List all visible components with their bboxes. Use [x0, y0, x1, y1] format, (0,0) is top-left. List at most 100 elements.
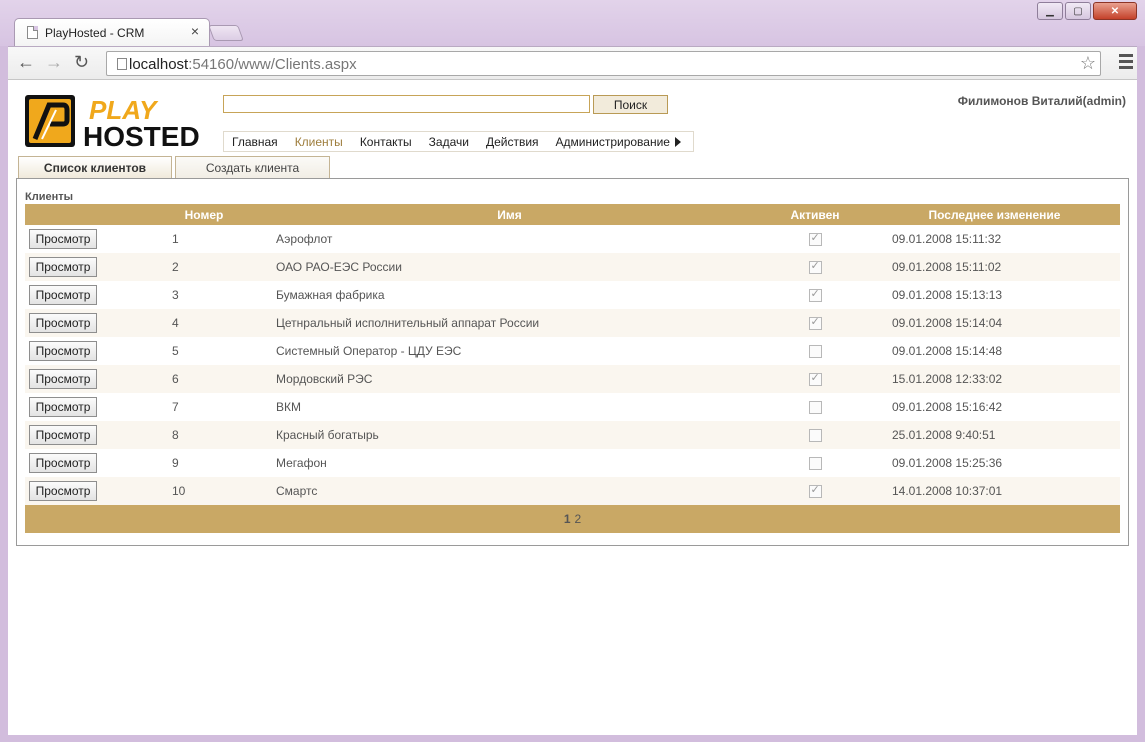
cell-active — [761, 449, 869, 477]
view-cell: Просмотр — [25, 477, 150, 505]
column-header-name[interactable]: Имя — [258, 204, 761, 225]
view-button[interactable]: Просмотр — [29, 425, 97, 445]
window-frame-left — [0, 46, 8, 742]
active-checkbox[interactable] — [808, 287, 822, 303]
view-button[interactable]: Просмотр — [29, 285, 97, 305]
view-cell: Просмотр — [25, 281, 150, 309]
search-button[interactable]: Поиск — [593, 95, 668, 114]
column-header-number[interactable]: Номер — [150, 204, 258, 225]
cell-modified: 09.01.2008 15:25:36 — [892, 456, 1003, 470]
menu-item-contacts[interactable]: Контакты — [360, 135, 412, 149]
cell-name: Цетнральный исполнительный аппарат Росси… — [258, 309, 761, 337]
column-header-modified[interactable]: Последнее изменение — [869, 204, 1120, 225]
cell-modified: 09.01.2008 15:14:04 — [869, 309, 1120, 337]
cell-number: 7 — [172, 400, 179, 414]
cell-modified: 09.01.2008 15:13:13 — [892, 288, 1003, 302]
menu-item-clients[interactable]: Клиенты — [295, 135, 343, 149]
maximize-button[interactable]: ▢ — [1065, 2, 1091, 20]
pager-page-link[interactable]: 2 — [575, 512, 582, 526]
clients-panel: Клиенты Номер Имя Активен Последнее изме… — [16, 178, 1129, 546]
view-cell: Просмотр — [25, 225, 150, 253]
view-button[interactable]: Просмотр — [29, 313, 97, 333]
cell-modified: 09.01.2008 15:16:42 — [892, 400, 1003, 414]
cell-number: 5 — [172, 344, 179, 358]
view-button[interactable]: Просмотр — [29, 453, 97, 473]
view-button[interactable]: Просмотр — [29, 481, 97, 501]
cell-number: 8 — [150, 421, 258, 449]
cell-active — [761, 365, 869, 393]
table-row: Просмотр 1 Аэрофлот 09.01.2008 15:11:32 — [25, 225, 1120, 253]
page-icon — [27, 26, 38, 39]
menu-item-admin[interactable]: Администрирование — [556, 135, 681, 149]
tab-create-client[interactable]: Создать клиента — [175, 156, 330, 179]
column-header-active[interactable]: Активен — [761, 204, 869, 225]
active-checkbox[interactable] — [808, 483, 822, 499]
active-checkbox[interactable] — [808, 401, 822, 415]
active-checkbox[interactable] — [808, 345, 822, 359]
pager: 12 — [25, 505, 1120, 533]
cell-modified: 25.01.2008 9:40:51 — [869, 421, 1120, 449]
cell-name: Мордовский РЭС — [258, 365, 761, 393]
menu-item-home[interactable]: Главная — [232, 135, 278, 149]
active-checkbox[interactable] — [808, 231, 822, 247]
cell-number: 9 — [172, 456, 179, 470]
table-body: Просмотр1Аэрофлот09.01.2008 15:11:32Прос… — [25, 225, 1120, 505]
view-button[interactable]: Просмотр — [29, 369, 97, 389]
cell-modified: 09.01.2008 15:11:02 — [869, 253, 1120, 281]
playhosted-logo[interactable]: PLAY HOSTED — [23, 94, 203, 155]
back-arrow-icon[interactable]: ← — [17, 52, 35, 73]
url-text: localhost:54160/www/Clients.aspx — [129, 56, 357, 73]
menu-item-actions[interactable]: Действия — [486, 135, 539, 149]
cell-number: 4 — [150, 309, 258, 337]
close-window-button[interactable]: ✕ — [1093, 2, 1137, 20]
cell-modified: 15.01.2008 12:33:02 — [869, 365, 1120, 393]
table-row: Просмотр 3 Бумажная фабрика 09.01.2008 15:1… — [25, 281, 1120, 309]
main-menu: Главная Клиенты Контакты Задачи Действия… — [223, 131, 694, 152]
active-checkbox[interactable] — [808, 457, 822, 471]
search-input[interactable] — [223, 95, 590, 113]
table-row: Просмотр 7 ВКМ 09.01.2008 15:16:42 — [25, 393, 1120, 421]
active-checkbox[interactable] — [808, 429, 822, 443]
active-checkbox[interactable] — [808, 259, 822, 275]
tab-client-list[interactable]: Список клиентов — [18, 156, 172, 179]
close-tab-icon[interactable]: × — [191, 23, 199, 39]
pager-current-page: 1 — [563, 512, 571, 526]
grid-caption: Клиенты — [25, 191, 74, 203]
cell-name: ВКМ — [276, 400, 301, 414]
clients-table: Номер Имя Активен Последнее изменение Пр… — [25, 204, 1120, 533]
view-button[interactable]: Просмотр — [29, 257, 97, 277]
tab-title: PlayHosted - CRM — [45, 26, 145, 40]
submenu-arrow-icon — [674, 136, 681, 147]
page-viewport: PLAY HOSTED Поиск Филимонов Виталий(admi… — [8, 79, 1137, 735]
cell-name: ОАО РАО-ЕЭС России — [258, 253, 761, 281]
window-frame-right — [1137, 46, 1145, 742]
current-user: Филимонов Виталий(admin) — [957, 94, 1126, 108]
table-row: Просмотр 9 Мегафон 09.01.2008 15:25:36 — [25, 449, 1120, 477]
view-cell: Просмотр — [25, 421, 150, 449]
active-checkbox[interactable] — [808, 371, 822, 387]
table-header-row: Номер Имя Активен Последнее изменение — [25, 204, 1120, 225]
view-button[interactable]: Просмотр — [29, 397, 97, 417]
cell-active — [761, 309, 869, 337]
browser-menu-icon[interactable] — [1119, 54, 1133, 72]
forward-arrow-icon[interactable]: → — [45, 52, 63, 73]
reload-icon[interactable]: ↻ — [74, 52, 89, 73]
cell-active — [761, 393, 869, 421]
minimize-button[interactable]: ▁ — [1037, 2, 1063, 20]
cell-name: Мегафон — [276, 456, 327, 470]
view-cell: Просмотр — [25, 449, 150, 477]
bookmark-star-icon[interactable]: ☆ — [1080, 53, 1096, 74]
address-bar[interactable]: localhost:54160/www/Clients.aspx ☆ — [106, 51, 1101, 76]
view-button[interactable]: Просмотр — [29, 229, 97, 249]
cell-modified: 09.01.2008 15:14:48 — [892, 344, 1003, 358]
active-checkbox[interactable] — [808, 315, 822, 331]
new-tab-button[interactable] — [208, 25, 244, 41]
cell-number: 1 — [172, 232, 179, 246]
browser-titlebar: PlayHosted - CRM × ▁ ▢ ✕ — [0, 0, 1145, 46]
menu-item-tasks[interactable]: Задачи — [429, 135, 469, 149]
view-button[interactable]: Просмотр — [29, 341, 97, 361]
cell-active — [761, 225, 869, 253]
browser-tab[interactable]: PlayHosted - CRM × — [14, 18, 210, 46]
cell-name: Красный богатырь — [258, 421, 761, 449]
page-icon — [117, 58, 127, 70]
